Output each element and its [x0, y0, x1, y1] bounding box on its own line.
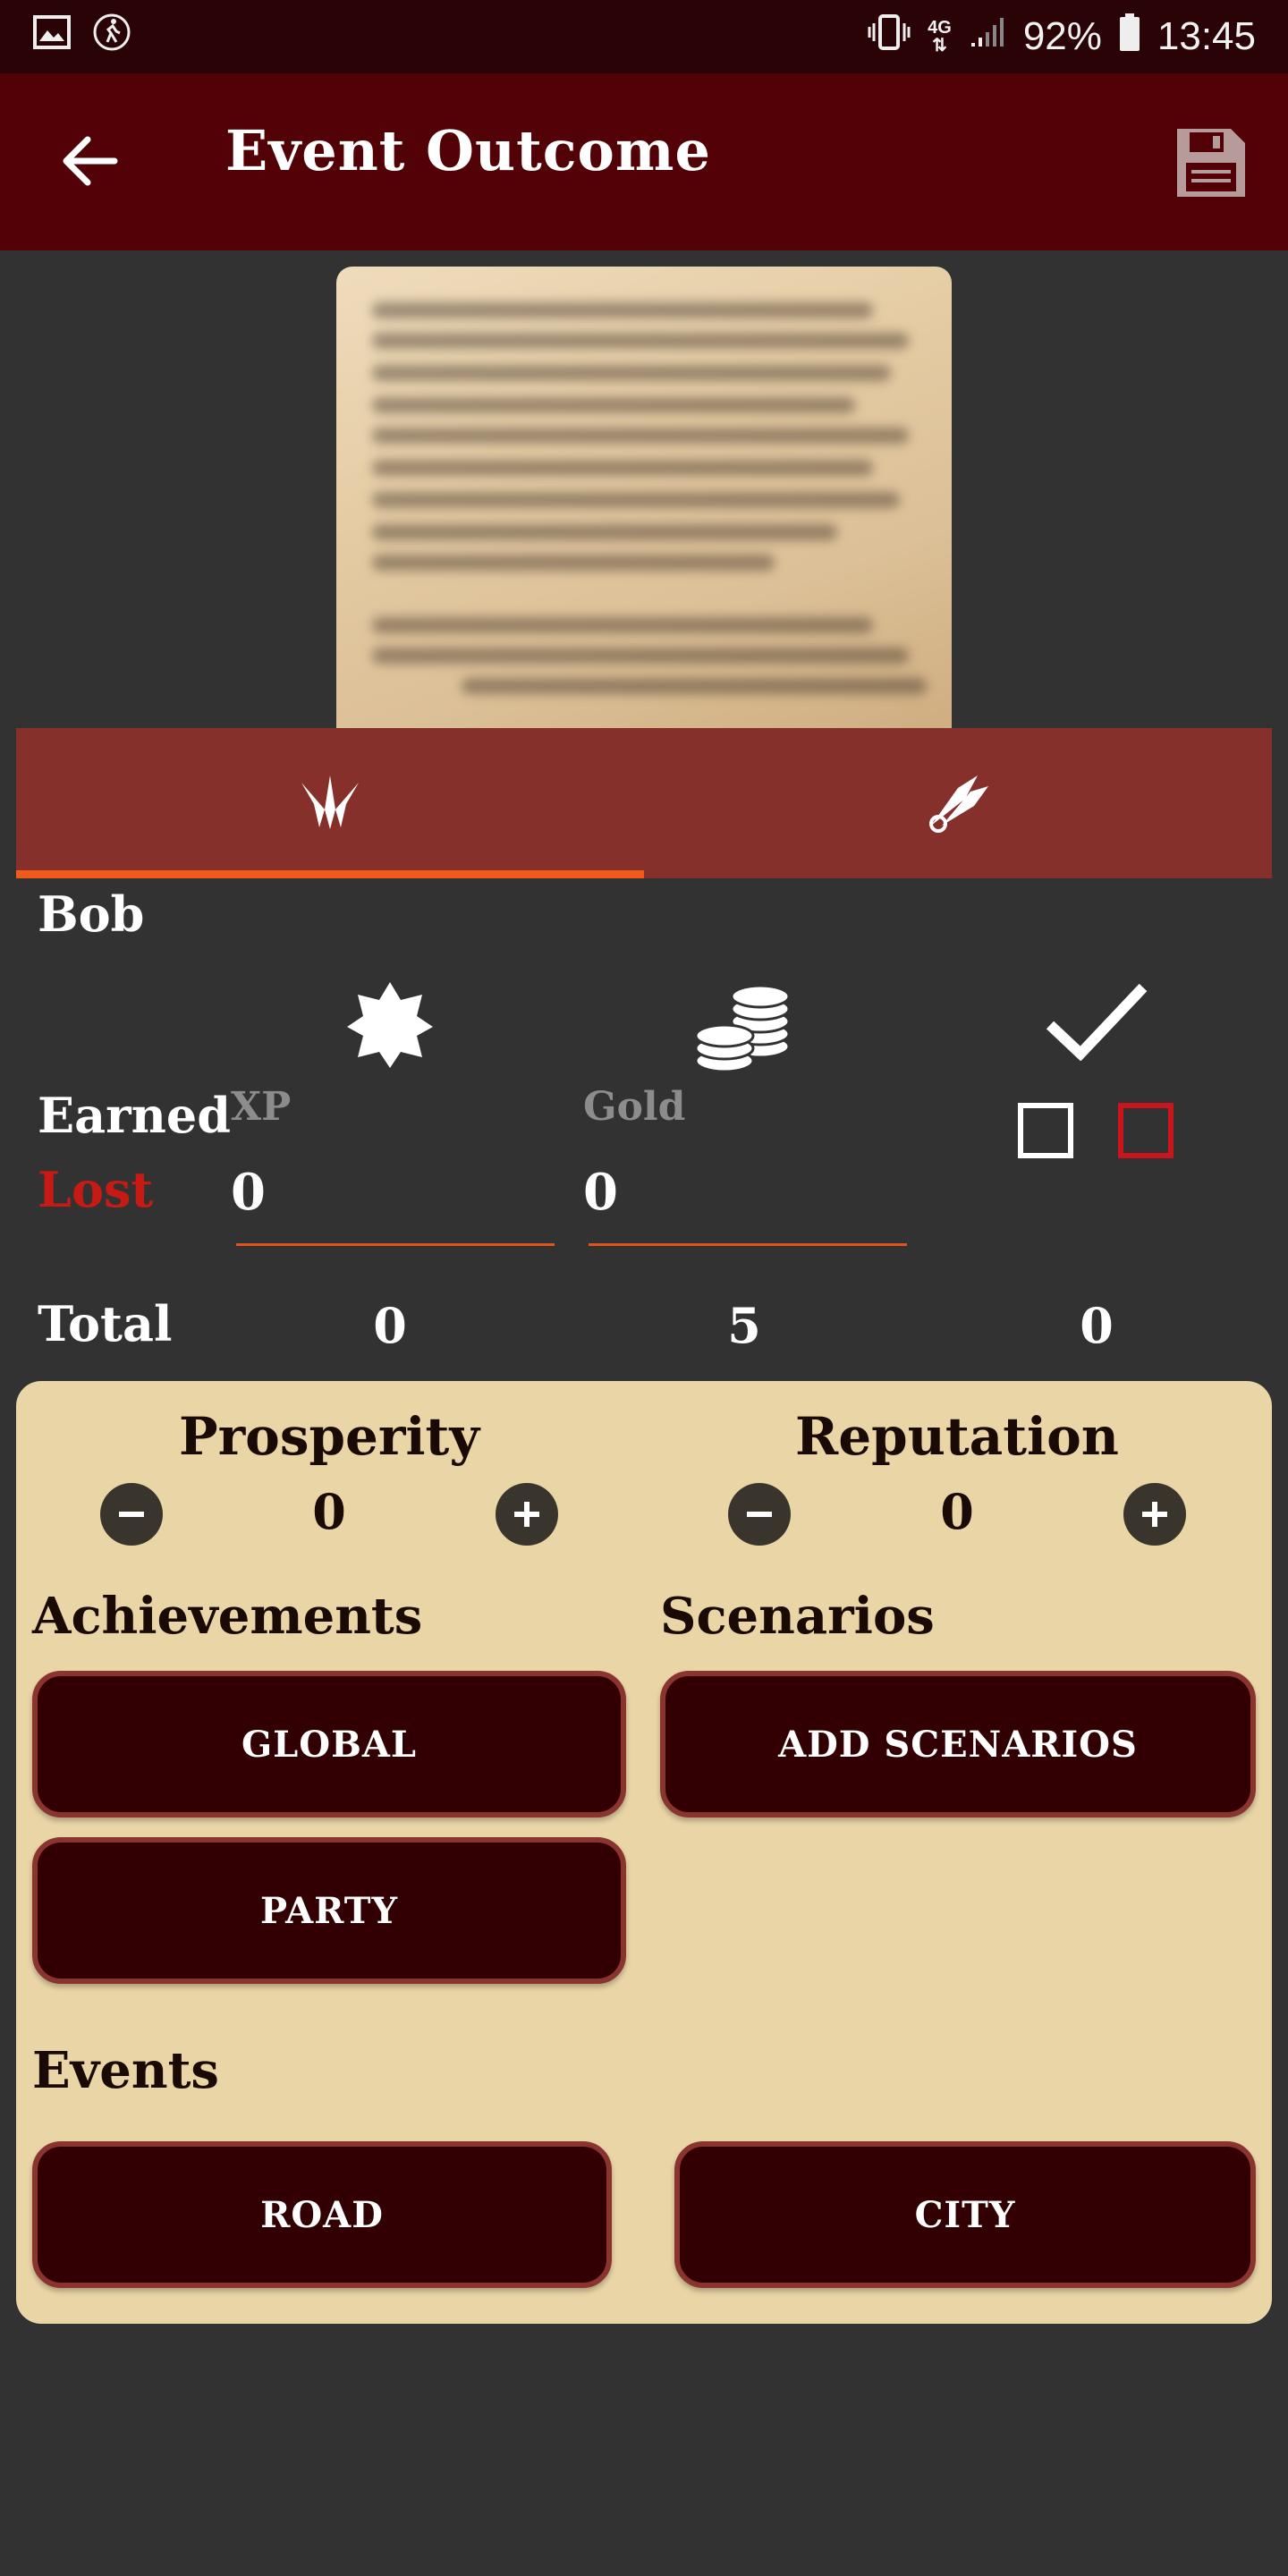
prosperity-value: 0 — [312, 1483, 346, 1540]
reputation-increase-button[interactable] — [1123, 1483, 1186, 1546]
xp-input-underline — [236, 1243, 555, 1246]
achievements-heading: Achievements — [32, 1587, 423, 1646]
gold-coins-icon — [694, 975, 792, 1077]
status-bar: 4G ⇅ 92% 13:45 — [0, 0, 1288, 73]
add-scenarios-button[interactable]: ADD SCENARIOS — [660, 1671, 1256, 1818]
xp-icon — [345, 980, 435, 1073]
brute-class-icon — [301, 775, 359, 829]
xp-input[interactable]: 0 — [231, 1163, 266, 1222]
total-label: Total — [38, 1295, 173, 1352]
page-title: Event Outcome — [225, 118, 711, 183]
clock: 13:45 — [1157, 14, 1256, 58]
back-arrow-icon — [63, 136, 118, 186]
earned-label[interactable]: Earned — [38, 1087, 231, 1144]
total-checkmarks: 0 — [1080, 1297, 1114, 1354]
network-type-icon: 4G ⇅ — [928, 18, 952, 55]
gallery-icon — [32, 14, 72, 60]
party-achievements-button[interactable]: PARTY — [32, 1837, 626, 1984]
plus-icon — [514, 1502, 539, 1527]
back-button[interactable] — [55, 127, 123, 195]
app-bar: Event Outcome — [0, 73, 1288, 250]
battery-percent: 92% — [1022, 14, 1102, 58]
events-heading: Events — [32, 2041, 219, 2100]
character-name: Bob — [38, 886, 145, 943]
gold-field-label: Gold — [583, 1084, 686, 1130]
activity-icon — [91, 12, 132, 63]
save-icon — [1177, 129, 1245, 197]
global-achievements-button[interactable]: GLOBAL — [32, 1671, 626, 1818]
tab-character-1[interactable] — [16, 728, 644, 878]
checkmark-icon — [1045, 980, 1148, 1064]
plus-icon — [1142, 1502, 1167, 1527]
xp-field-label: XP — [231, 1084, 292, 1130]
reputation-label: Reputation — [795, 1406, 1119, 1467]
city-event-button[interactable]: CITY — [674, 2141, 1256, 2288]
lost-label[interactable]: Lost — [38, 1161, 153, 1218]
total-gold: 5 — [727, 1297, 761, 1354]
network-type-label: 4G — [928, 18, 952, 38]
minus-icon — [119, 1512, 144, 1517]
gold-input[interactable]: 0 — [583, 1163, 618, 1222]
minus-icon — [747, 1512, 772, 1517]
character-tabs — [16, 728, 1272, 878]
battery-icon — [1118, 13, 1141, 62]
reputation-value: 0 — [940, 1483, 974, 1540]
scenarios-heading: Scenarios — [660, 1587, 935, 1646]
gold-input-underline — [589, 1243, 907, 1246]
total-xp: 0 — [373, 1297, 407, 1354]
event-card-image — [336, 267, 952, 728]
spellweaver-class-icon — [929, 775, 988, 833]
prosperity-increase-button[interactable] — [496, 1483, 558, 1546]
checkmark-lost-checkbox[interactable] — [1118, 1103, 1174, 1158]
party-panel: Prosperity 0 Reputation 0 Achievements S… — [16, 1381, 1272, 2324]
prosperity-decrease-button[interactable] — [100, 1483, 163, 1546]
tab-character-2[interactable] — [644, 728, 1272, 878]
save-button[interactable] — [1174, 125, 1249, 200]
road-event-button[interactable]: ROAD — [32, 2141, 612, 2288]
reputation-decrease-button[interactable] — [728, 1483, 791, 1546]
prosperity-label: Prosperity — [178, 1406, 480, 1467]
vibrate-icon — [867, 13, 911, 62]
signal-icon — [968, 14, 1007, 60]
checkmark-earned-checkbox[interactable] — [1018, 1103, 1073, 1158]
